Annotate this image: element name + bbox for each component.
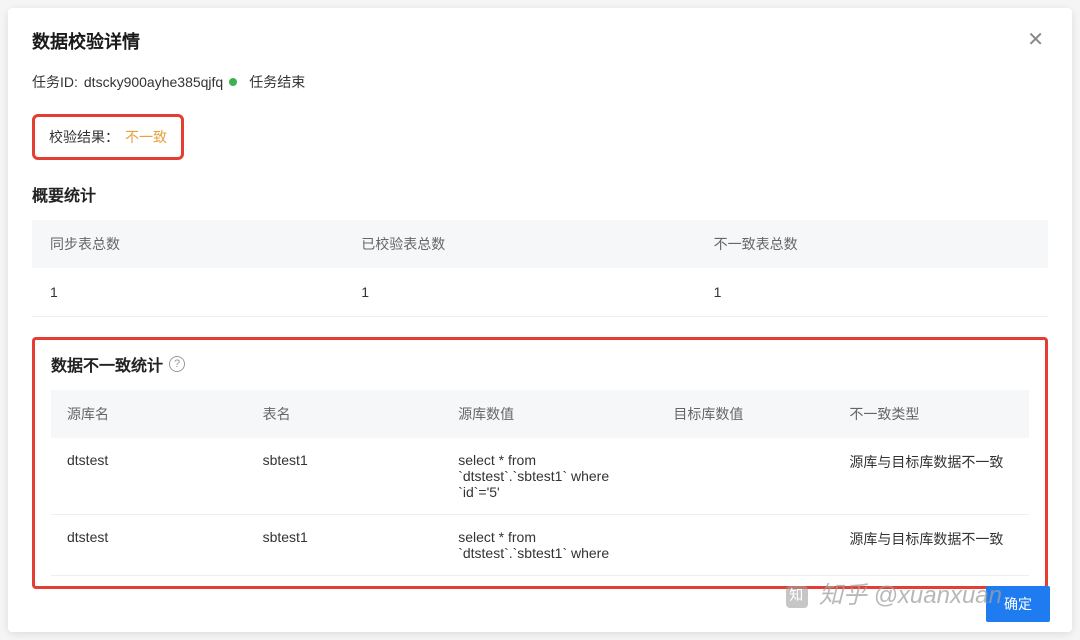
- summary-val-total-checked: 1: [343, 268, 695, 317]
- col-table-name: 表名: [247, 390, 443, 438]
- cell-dst-val: [657, 438, 833, 515]
- task-status: 任务结束: [249, 72, 305, 92]
- summary-table: 同步表总数 已校验表总数 不一致表总数 1 1 1: [32, 220, 1048, 317]
- col-source-value: 源库数值: [442, 390, 657, 438]
- summary-col-total-sync: 同步表总数: [32, 220, 343, 268]
- summary-col-total-inconsistent: 不一致表总数: [696, 220, 1048, 268]
- result-label: 校验结果：: [49, 127, 119, 147]
- cell-src-db: dtstest: [51, 438, 247, 515]
- cell-type: 源库与目标库数据不一致: [833, 438, 1029, 515]
- summary-row: 1 1 1: [32, 268, 1048, 317]
- inconsistent-section: 数据不一致统计 ? 源库名 表名 源库数值 目标库数值 不一致类型 dtstes…: [32, 337, 1048, 589]
- inconsistent-table: 源库名 表名 源库数值 目标库数值 不一致类型 dtstest sbtest1 …: [51, 390, 1029, 576]
- cell-type: 源库与目标库数据不一致: [833, 515, 1029, 576]
- inconsistent-title: 数据不一致统计: [51, 352, 163, 376]
- validation-result-box: 校验结果： 不一致: [32, 114, 184, 160]
- col-target-value: 目标库数值: [657, 390, 833, 438]
- col-inconsistent-type: 不一致类型: [833, 390, 1029, 438]
- summary-section-title: 概要统计: [32, 182, 1048, 206]
- cell-src-db: dtstest: [51, 515, 247, 576]
- task-id-value: dtscky900ayhe385qjfq: [84, 74, 223, 90]
- modal-header: 数据校验详情 ✕: [32, 28, 1048, 54]
- close-icon[interactable]: ✕: [1023, 28, 1048, 52]
- cell-table: sbtest1: [247, 438, 443, 515]
- cell-dst-val: [657, 515, 833, 576]
- table-row: dtstest sbtest1 select * from `dtstest`.…: [51, 438, 1029, 515]
- table-row: dtstest sbtest1 select * from `dtstest`.…: [51, 515, 1029, 576]
- summary-val-total-sync: 1: [32, 268, 343, 317]
- task-id-label: 任务ID:: [32, 72, 78, 92]
- inconsistent-title-row: 数据不一致统计 ?: [51, 352, 1029, 376]
- modal-data-validation-detail: 数据校验详情 ✕ 任务ID: dtscky900ayhe385qjfq 任务结束…: [8, 8, 1072, 632]
- status-dot-icon: [229, 78, 237, 86]
- help-icon[interactable]: ?: [169, 356, 185, 372]
- cell-src-val: select * from `dtstest`.`sbtest1` where …: [442, 438, 657, 515]
- summary-val-total-inconsistent: 1: [696, 268, 1048, 317]
- cell-src-val: select * from `dtstest`.`sbtest1` where: [442, 515, 657, 576]
- confirm-button[interactable]: 确定: [986, 586, 1050, 622]
- cell-table: sbtest1: [247, 515, 443, 576]
- summary-col-total-checked: 已校验表总数: [343, 220, 695, 268]
- col-source-db: 源库名: [51, 390, 247, 438]
- result-value: 不一致: [125, 127, 167, 147]
- modal-title: 数据校验详情: [32, 28, 140, 54]
- task-info-row: 任务ID: dtscky900ayhe385qjfq 任务结束: [32, 72, 1048, 92]
